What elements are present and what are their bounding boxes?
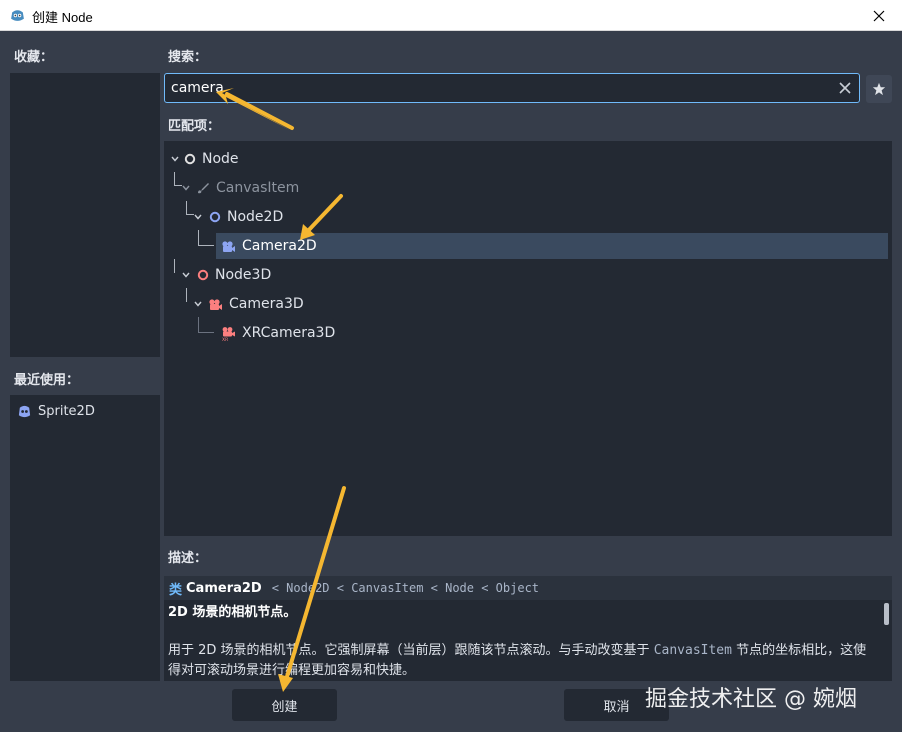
favorite-button[interactable]: [866, 75, 892, 103]
description-text-part: 用于 2D 场景的相机节点。它强制屏幕（当前层）跟随该节点滚动。与手动改变基于: [168, 643, 650, 658]
description-brief: 2D 场景的相机节点。: [168, 605, 297, 620]
recent-item-label: Sprite2D: [38, 404, 95, 419]
favorites-label: 收藏：: [14, 50, 54, 65]
tree-item-node3d[interactable]: Node3D: [197, 262, 271, 288]
favorites-list[interactable]: [10, 73, 160, 357]
camera2d-icon: [222, 240, 235, 252]
star-icon: [872, 82, 886, 96]
tree-item-node[interactable]: Node: [184, 146, 239, 172]
matches-tree: Node CanvasItem Node2D Camera2D Node3D C…: [164, 141, 892, 536]
tree-item-label: Camera2D: [242, 238, 317, 254]
tree-item-label: Camera3D: [229, 296, 304, 312]
search-field[interactable]: [164, 73, 860, 103]
sprite2d-icon: [18, 405, 31, 418]
tree-item-xrcamera3d[interactable]: XR XRCamera3D: [221, 320, 335, 346]
recent-label: 最近使用：: [14, 373, 80, 388]
tree-guide-line: [198, 317, 214, 333]
svg-text:XR: XR: [222, 337, 228, 341]
class-name-link[interactable]: Camera2D: [186, 581, 262, 596]
description-label: 描述：: [168, 551, 208, 566]
tree-item-label: XRCamera3D: [242, 325, 336, 341]
tree-item-label: Node: [202, 151, 239, 167]
search-label: 搜索：: [168, 50, 208, 65]
chevron-down-icon[interactable]: [170, 154, 180, 164]
node2d-icon: [209, 211, 221, 223]
close-icon: [873, 10, 885, 21]
description-header: 类 Camera2D < Node2D < CanvasItem < Node …: [164, 576, 892, 600]
tree-item-camera3d[interactable]: Camera3D: [208, 291, 304, 317]
node3d-icon: [197, 269, 209, 281]
close-button[interactable]: [856, 0, 902, 31]
tree-item-camera2d[interactable]: Camera2D: [216, 233, 888, 259]
xrcamera3d-icon: XR: [222, 326, 235, 341]
inheritance-chain[interactable]: < Node2D < CanvasItem < Node < Object: [272, 581, 539, 595]
chevron-down-icon[interactable]: [193, 212, 203, 222]
search-input[interactable]: [171, 78, 821, 98]
canvasitem-link[interactable]: CanvasItem: [654, 643, 732, 658]
tree-item-label: Node2D: [227, 209, 284, 225]
tree-item-canvasitem[interactable]: CanvasItem: [196, 175, 299, 201]
canvasitem-icon: [198, 183, 209, 194]
tree-item-node2d[interactable]: Node2D: [209, 204, 283, 230]
matches-label: 匹配项：: [168, 119, 221, 134]
description-body: 2D 场景的相机节点。 用于 2D 场景的相机节点。它强制屏幕（当前层）跟随该节…: [164, 600, 892, 681]
class-keyword: 类: [169, 582, 183, 598]
recent-list: Sprite2D: [10, 395, 160, 681]
godot-icon: [11, 10, 24, 21]
camera3d-icon: [209, 298, 222, 310]
window-title: 创建 Node: [32, 10, 93, 25]
chevron-down-icon[interactable]: [181, 183, 191, 193]
description-text: 用于 2D 场景的相机节点。它强制屏幕（当前层）跟随该节点滚动。与手动改变基于 …: [168, 641, 873, 681]
tree-item-label: Node3D: [215, 267, 272, 283]
watermark: 掘金技术社区 @ 婉烟: [645, 687, 857, 712]
recent-item-sprite2d[interactable]: Sprite2D: [17, 404, 95, 419]
tree-item-label: CanvasItem: [216, 180, 300, 196]
clear-search-icon[interactable]: [837, 80, 853, 96]
title-bar: 创建 Node: [0, 0, 902, 31]
chevron-down-icon[interactable]: [181, 270, 191, 280]
create-button[interactable]: 创建: [232, 689, 337, 721]
node-icon: [184, 153, 196, 165]
description-scrollbar[interactable]: [884, 603, 889, 625]
chevron-down-icon[interactable]: [193, 299, 203, 309]
tree-guide-line: [198, 230, 214, 246]
